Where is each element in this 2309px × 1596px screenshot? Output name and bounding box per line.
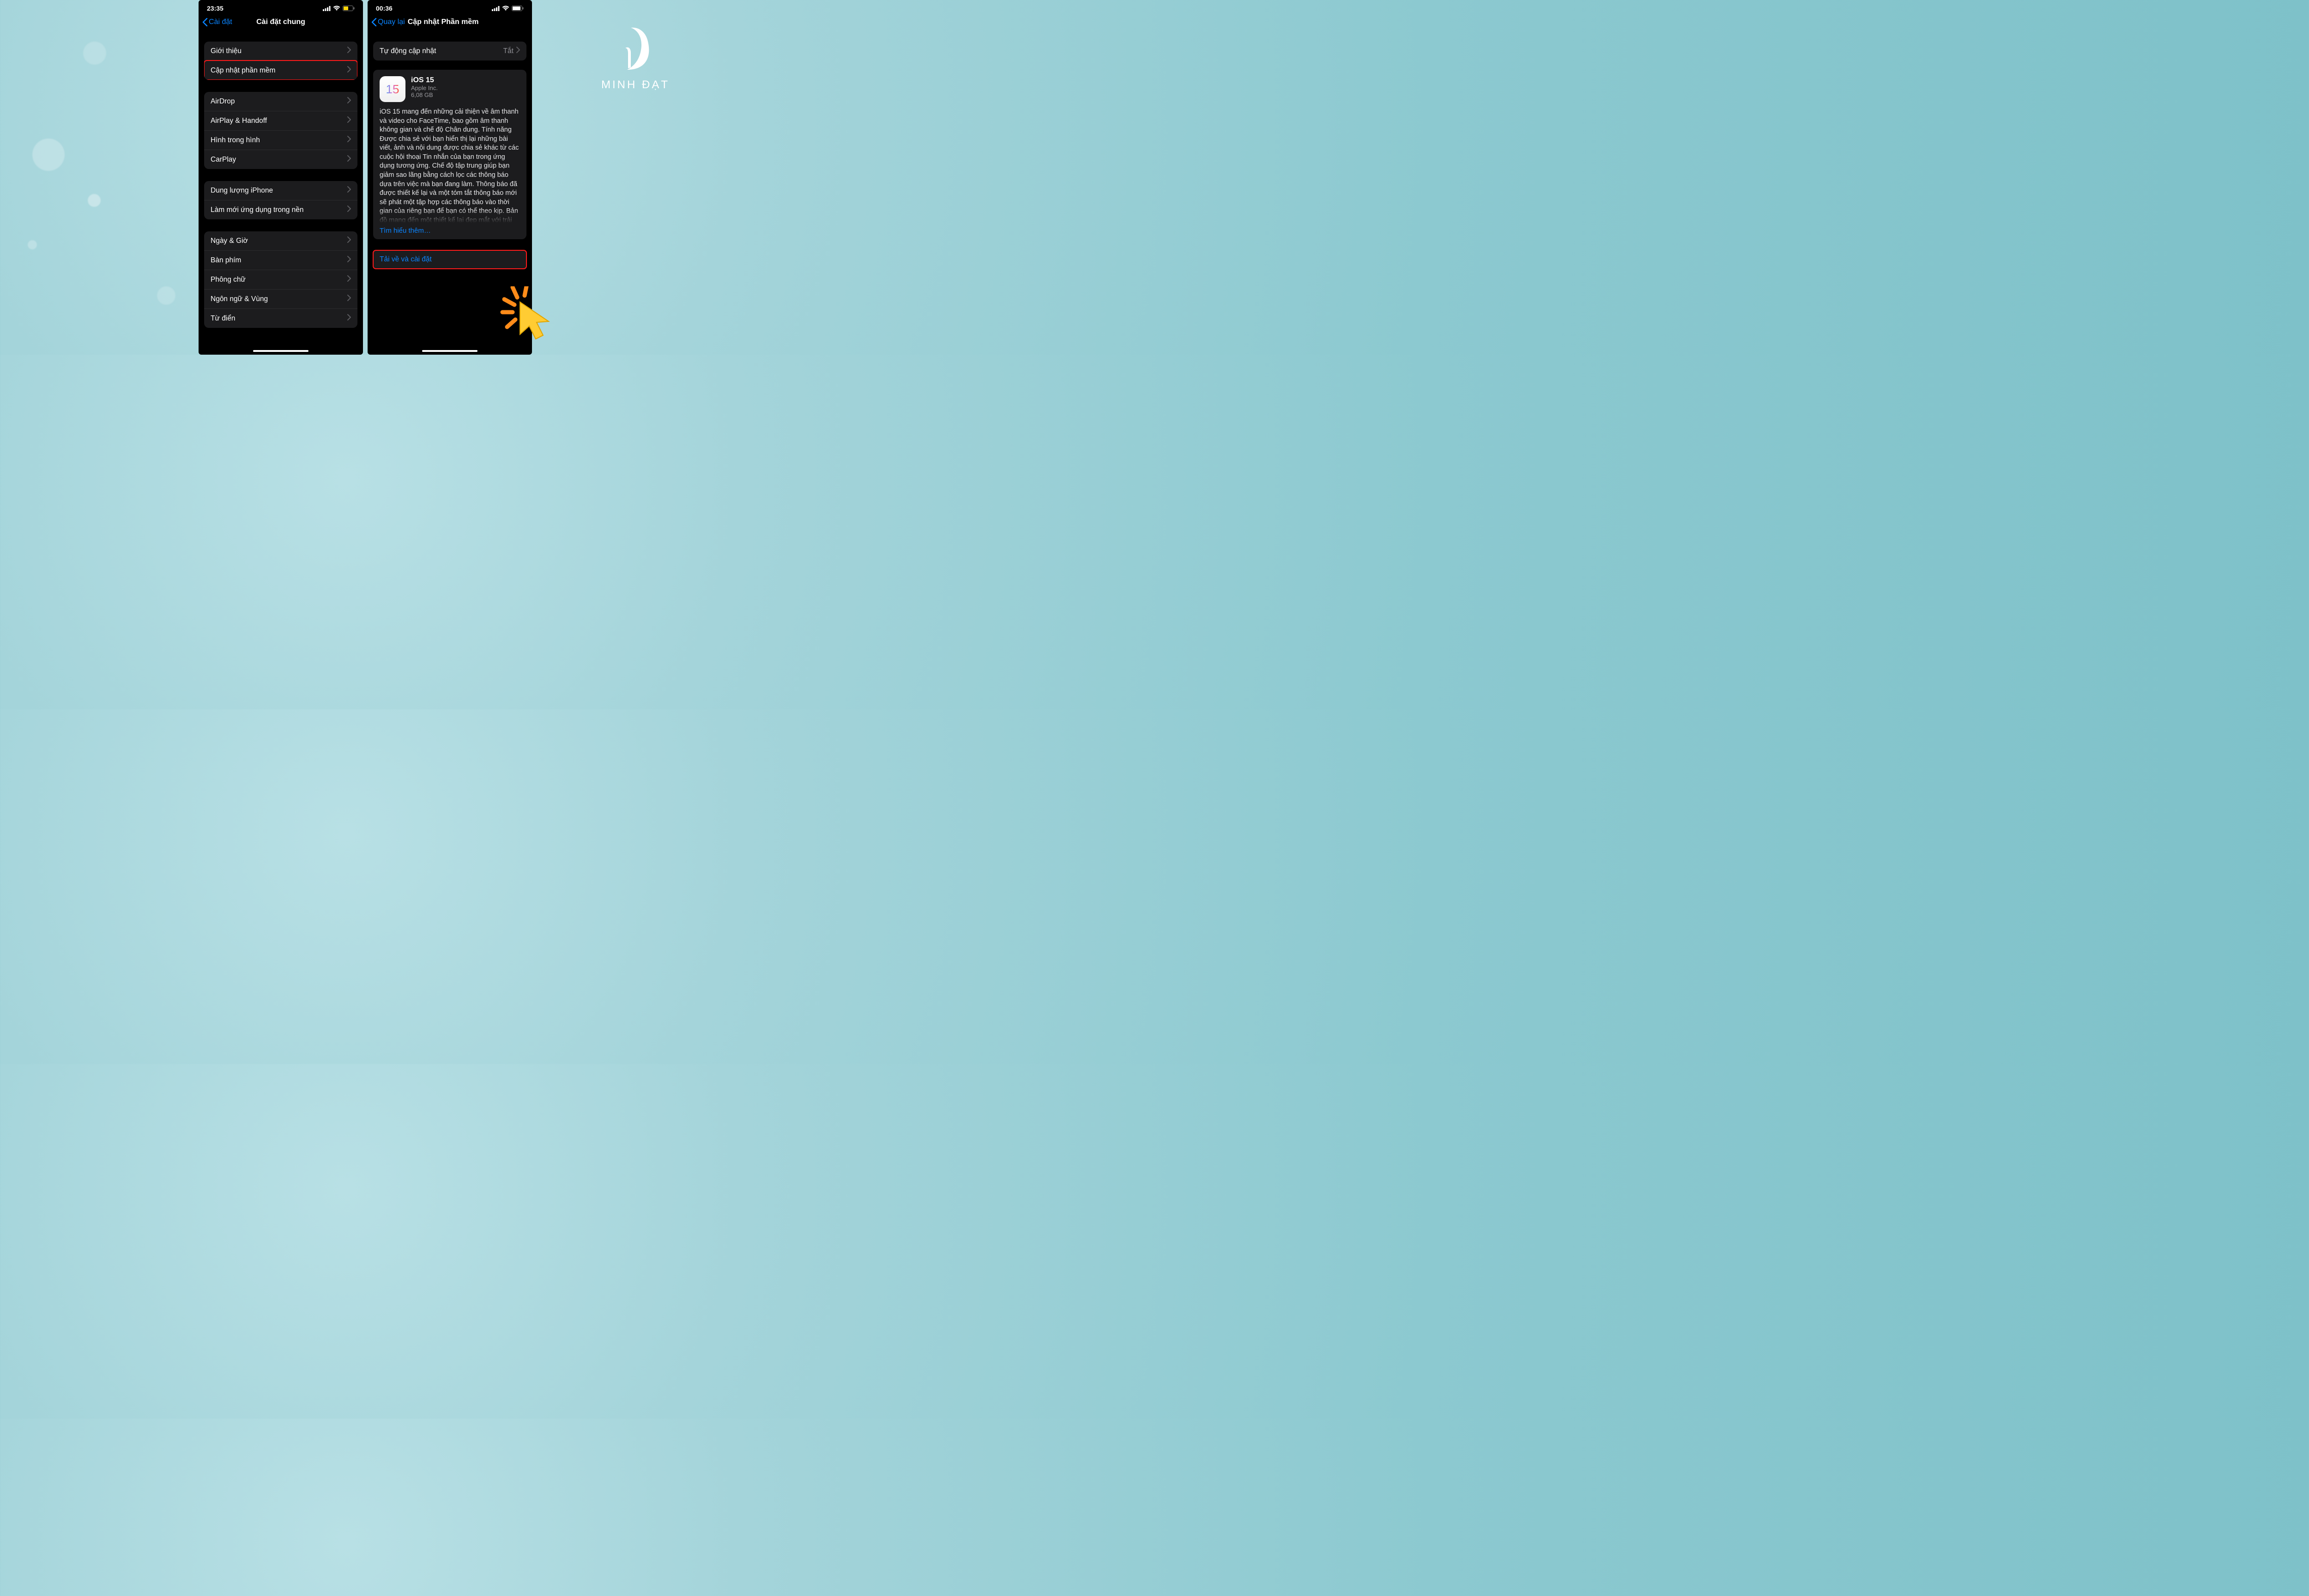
chevron-right-icon [347, 97, 351, 106]
settings-row[interactable]: Ngày & Giờ [204, 231, 357, 250]
row-label: AirPlay & Handoff [211, 117, 267, 125]
update-description: iOS 15 mang đến những cải thiện về âm th… [380, 108, 520, 223]
download-label: Tải về và cài đặt [380, 255, 432, 264]
row-label: AirDrop [211, 97, 235, 106]
status-time: 23:35 [207, 5, 224, 12]
chevron-right-icon [347, 155, 351, 164]
chevron-right-icon [347, 186, 351, 195]
chevron-left-icon [371, 18, 377, 26]
settings-row[interactable]: AirDrop [204, 92, 357, 111]
home-indicator [422, 350, 478, 352]
chevron-left-icon [202, 18, 208, 26]
back-button[interactable]: Cài đặt [202, 18, 232, 26]
bokeh-dot [157, 286, 175, 305]
auto-update-group: Tự động cập nhật Tắt [373, 42, 526, 60]
row-label: Làm mới ứng dụng trong nền [211, 206, 304, 214]
update-title: iOS 15 [411, 76, 438, 85]
battery-icon [512, 6, 524, 11]
bokeh-dot [88, 194, 101, 207]
wifi-icon [502, 6, 509, 11]
back-label: Quay lại [378, 18, 405, 26]
settings-group: Giới thiệu Cập nhật phần mềm [204, 42, 357, 80]
page-title: Cập nhật Phần mềm [408, 18, 479, 26]
chevron-right-icon [347, 236, 351, 245]
phone-screen-general-settings: 23:35 Cài đặt Cài đặt chung [199, 0, 363, 355]
cellular-signal-icon [492, 6, 500, 11]
brand-logo-block: MINH ĐẠT [589, 26, 682, 91]
settings-group: Dung lượng iPhone Làm mới ứng dụng trong … [204, 181, 357, 219]
row-label: CarPlay [211, 156, 236, 164]
row-label: Ngôn ngữ & Vùng [211, 295, 268, 303]
row-label: Hình trong hình [211, 136, 260, 145]
learn-more-link[interactable]: Tìm hiểu thêm… [380, 227, 520, 235]
chevron-right-icon [347, 47, 351, 55]
chevron-right-icon [347, 295, 351, 303]
status-bar: 00:36 [368, 0, 532, 14]
settings-row[interactable]: Ngôn ngữ & Vùng [204, 289, 357, 308]
settings-row[interactable]: Hình trong hình [204, 130, 357, 150]
row-label: Ngày & Giờ [211, 237, 248, 245]
battery-low-power-icon [343, 6, 355, 11]
settings-row[interactable]: AirPlay & Handoff [204, 111, 357, 130]
download-install-group: Tải về và cài đặt [373, 250, 526, 269]
bokeh-dot [28, 240, 37, 249]
ios15-icon: 15 [380, 76, 405, 102]
bokeh-dot [32, 139, 65, 171]
settings-row[interactable]: Từ điển [204, 308, 357, 328]
row-label: Dung lượng iPhone [211, 187, 273, 195]
update-size: 6,08 GB [411, 91, 438, 98]
row-label: Bàn phím [211, 256, 241, 265]
chevron-right-icon [347, 116, 351, 125]
nav-bar: Cài đặt Cài đặt chung [199, 14, 363, 32]
row-label: Phông chữ [211, 276, 246, 284]
cellular-signal-icon [323, 6, 331, 11]
row-auto-update[interactable]: Tự động cập nhật Tắt [373, 42, 526, 60]
status-time: 00:36 [376, 5, 393, 12]
chevron-right-icon [347, 136, 351, 145]
home-indicator [253, 350, 308, 352]
row-label: Giới thiệu [211, 47, 242, 55]
chevron-right-icon [516, 47, 520, 55]
row-label: Từ điển [211, 314, 235, 323]
bokeh-dot [83, 42, 106, 65]
settings-row[interactable]: Phông chữ [204, 270, 357, 289]
settings-row[interactable]: Dung lượng iPhone [204, 181, 357, 200]
settings-group: Ngày & Giờ Bàn phím Phông chữ Ngôn ngữ & Vù… [204, 231, 357, 328]
status-bar: 23:35 [199, 0, 363, 14]
chevron-right-icon [347, 275, 351, 284]
settings-row[interactable]: Giới thiệu [204, 42, 357, 60]
update-info-block: 15 iOS 15 Apple Inc. 6,08 GB iOS 15 mang… [373, 70, 526, 239]
back-label: Cài đặt [209, 18, 232, 26]
update-vendor: Apple Inc. [411, 85, 438, 91]
chevron-right-icon [347, 66, 351, 75]
settings-row[interactable]: Bàn phím [204, 250, 357, 270]
settings-row[interactable]: Cập nhật phần mềm [204, 60, 357, 80]
row-label: Tự động cập nhật [380, 47, 436, 55]
back-button[interactable]: Quay lại [371, 18, 405, 26]
nav-bar: Quay lại Cập nhật Phần mềm [368, 14, 532, 32]
settings-group: AirDrop AirPlay & Handoff Hình trong hình C… [204, 92, 357, 169]
wifi-icon [333, 6, 340, 11]
settings-row[interactable]: CarPlay [204, 150, 357, 169]
download-install-button[interactable]: Tải về và cài đặt [373, 250, 526, 269]
row-value: Tắt [503, 47, 514, 55]
chevron-right-icon [347, 256, 351, 265]
brand-logo-icon [619, 26, 652, 72]
chevron-right-icon [347, 314, 351, 323]
brand-name: MINH ĐẠT [589, 79, 682, 91]
chevron-right-icon [347, 206, 351, 214]
row-label: Cập nhật phần mềm [211, 66, 275, 75]
phone-screen-software-update: 00:36 Quay lại Cập nhật Phần mềm [368, 0, 532, 355]
settings-row[interactable]: Làm mới ứng dụng trong nền [204, 200, 357, 219]
